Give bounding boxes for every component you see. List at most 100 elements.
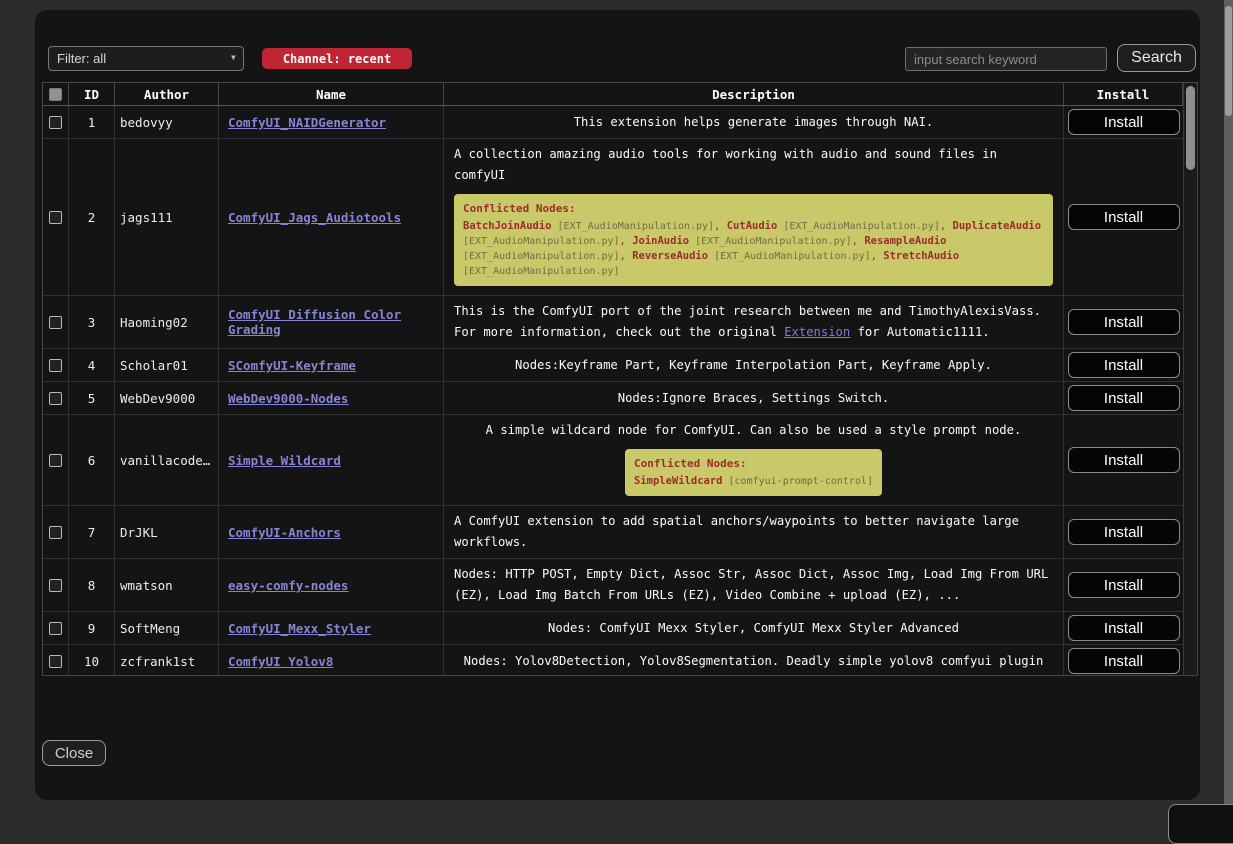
install-button[interactable]: Install [1068, 352, 1180, 378]
cell-author: SoftMeng [115, 612, 219, 644]
row-checkbox[interactable] [49, 622, 62, 635]
page-scrollbar[interactable] [1224, 0, 1233, 815]
row-checkbox[interactable] [49, 116, 62, 129]
cell-author: WebDev9000 [115, 382, 219, 414]
install-button[interactable]: Install [1068, 648, 1180, 674]
node-name-link[interactable]: easy-comfy-nodes [228, 578, 348, 593]
cell-install: Install [1064, 559, 1183, 611]
checkbox-cell [43, 106, 69, 138]
search-input[interactable] [905, 47, 1107, 71]
install-button[interactable]: Install [1068, 447, 1180, 473]
install-button[interactable]: Install [1068, 309, 1180, 335]
description-text: A collection amazing audio tools for wor… [454, 144, 1053, 186]
checkbox-cell [43, 415, 69, 505]
cell-install: Install [1064, 506, 1183, 558]
install-custom-nodes-dialog: Filter: all ▾ Channel: recent Search ID … [35, 10, 1200, 800]
conflict-node-ext: [comfyui-prompt-control] [723, 476, 874, 487]
cell-description: Nodes: ComfyUI Mexx Styler, ComfyUI Mexx… [444, 612, 1064, 644]
table-row: 10 zcfrank1st ComfyUI Yolov8 Nodes: Yolo… [43, 645, 1183, 676]
checkbox-cell [43, 382, 69, 414]
install-button[interactable]: Install [1068, 519, 1180, 545]
checkbox-cell [43, 612, 69, 644]
filter-select[interactable]: Filter: all [48, 46, 244, 71]
cell-name: ComfyUI-Anchors [219, 506, 444, 558]
table-header: ID Author Name Description Install [43, 83, 1183, 106]
cell-id: 6 [69, 415, 115, 505]
node-name-link[interactable]: ComfyUI-Anchors [228, 525, 341, 540]
cell-id: 3 [69, 296, 115, 348]
node-name-link[interactable]: Simple Wildcard [228, 453, 341, 468]
row-checkbox[interactable] [49, 211, 62, 224]
cell-author: wmatson [115, 559, 219, 611]
row-checkbox[interactable] [49, 359, 62, 372]
row-checkbox[interactable] [49, 392, 62, 405]
conflict-node-ext: [EXT_AudioManipulation.py] [689, 236, 852, 247]
conflict-title: Conflicted Nodes: [463, 201, 1044, 216]
header-description: Description [444, 83, 1064, 105]
conflict-node-name: ReverseAudio [632, 250, 708, 262]
conflict-node-ext: [EXT_AudioManipulation.py] [552, 221, 715, 232]
conflict-list: SimpleWildcard [comfyui-prompt-control] [634, 474, 873, 489]
cell-author: zcfrank1st [115, 645, 219, 676]
table-row: 7 DrJKL ComfyUI-Anchors A ComfyUI extens… [43, 506, 1183, 559]
cell-author: Scholar01 [115, 349, 219, 381]
description-text: This is the ComfyUI port of the joint re… [454, 301, 1053, 343]
conflict-list: BatchJoinAudio [EXT_AudioManipulation.py… [463, 219, 1044, 279]
row-checkbox[interactable] [49, 655, 62, 668]
node-name-link[interactable]: WebDev9000-Nodes [228, 391, 348, 406]
page-scrollbar-thumb[interactable] [1225, 6, 1232, 116]
cell-description: This is the ComfyUI port of the joint re… [444, 296, 1064, 348]
cell-name: ComfyUI_Mexx_Styler [219, 612, 444, 644]
conflicted-nodes-box: Conflicted Nodes: BatchJoinAudio [EXT_Aud… [454, 194, 1053, 286]
cell-name: ComfyUI_Jags_Audiotools [219, 139, 444, 295]
cell-description: A collection amazing audio tools for wor… [444, 139, 1064, 295]
row-checkbox[interactable] [49, 316, 62, 329]
node-name-link[interactable]: ComfyUI Yolov8 [228, 654, 333, 669]
filter-select-wrap: Filter: all ▾ [48, 46, 244, 71]
cell-id: 10 [69, 645, 115, 676]
conflict-node-ext: [EXT_AudioManipulation.py] [777, 221, 940, 232]
install-button[interactable]: Install [1068, 204, 1180, 230]
cell-description: Nodes:Ignore Braces, Settings Switch. [444, 382, 1064, 414]
cell-author: vanillacode… [115, 415, 219, 505]
install-button[interactable]: Install [1068, 572, 1180, 598]
cell-id: 2 [69, 139, 115, 295]
cell-name: easy-comfy-nodes [219, 559, 444, 611]
node-name-link[interactable]: ComfyUI_NAIDGenerator [228, 115, 386, 130]
conflict-node-ext: [EXT_AudioManipulation.py] [463, 236, 620, 247]
description-text: Nodes: ComfyUI Mexx Styler, ComfyUI Mexx… [548, 618, 959, 639]
cell-id: 5 [69, 382, 115, 414]
conflict-node-ext: [EXT_AudioManipulation.py] [463, 266, 620, 277]
cell-description: This extension helps generate images thr… [444, 106, 1064, 138]
install-button[interactable]: Install [1068, 385, 1180, 411]
node-name-link[interactable]: ComfyUI_Mexx_Styler [228, 621, 371, 636]
description-text: A simple wildcard node for ComfyUI. Can … [486, 420, 1022, 441]
cell-id: 8 [69, 559, 115, 611]
node-name-link[interactable]: ComfyUI_Jags_Audiotools [228, 210, 401, 225]
checkbox-cell [43, 349, 69, 381]
description-text: This extension helps generate images thr… [574, 112, 934, 133]
node-name-link[interactable]: ComfyUI Diffusion Color Grading [228, 307, 439, 337]
table-scrollbar-thumb[interactable] [1186, 86, 1195, 170]
cell-description: Nodes:Keyframe Part, Keyframe Interpolat… [444, 349, 1064, 381]
close-button[interactable]: Close [42, 740, 106, 766]
cell-description: Nodes: Yolov8Detection, Yolov8Segmentati… [444, 645, 1064, 676]
row-checkbox[interactable] [49, 454, 62, 467]
cell-name: ComfyUI Diffusion Color Grading [219, 296, 444, 348]
install-button[interactable]: Install [1068, 109, 1180, 135]
table-scrollbar[interactable] [1183, 83, 1197, 675]
description-link[interactable]: Extension [784, 325, 850, 339]
select-all-checkbox[interactable] [49, 88, 62, 101]
description-text: Nodes: HTTP POST, Empty Dict, Assoc Str,… [454, 564, 1053, 606]
header-author: Author [115, 83, 219, 105]
cell-install: Install [1064, 296, 1183, 348]
node-name-link[interactable]: SComfyUI-Keyframe [228, 358, 356, 373]
table-body: 1 bedovyy ComfyUI_NAIDGenerator This ext… [43, 106, 1197, 676]
install-button[interactable]: Install [1068, 615, 1180, 641]
cell-install: Install [1064, 645, 1183, 676]
conflict-node-name: ResampleAudio [864, 235, 946, 247]
row-checkbox[interactable] [49, 526, 62, 539]
table-row: 2 jags111 ComfyUI_Jags_Audiotools A coll… [43, 139, 1183, 296]
row-checkbox[interactable] [49, 579, 62, 592]
search-button[interactable]: Search [1117, 44, 1196, 72]
